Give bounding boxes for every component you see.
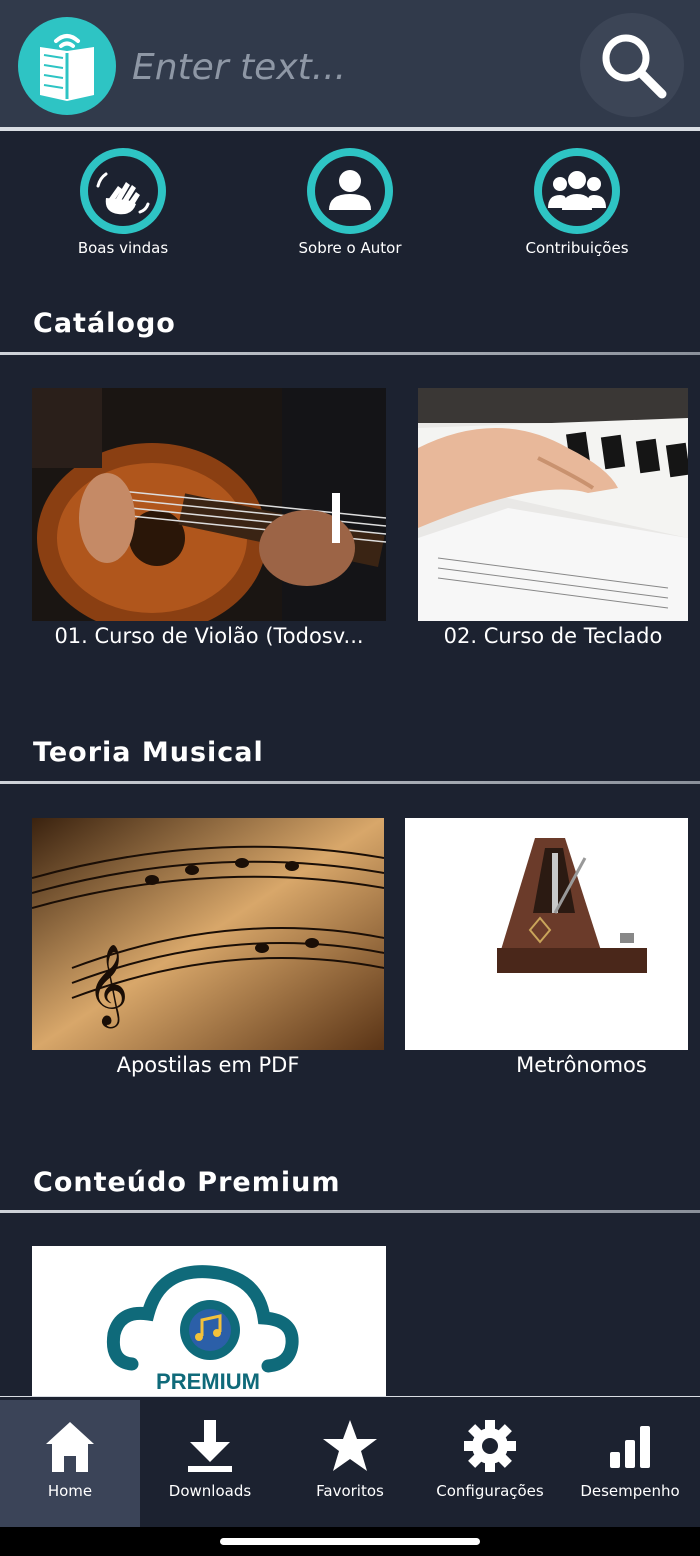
- section-divider: [0, 781, 700, 784]
- nav-label: Home: [47, 1482, 93, 1500]
- card-keyboard-course[interactable]: [418, 388, 688, 621]
- quick-action-boas-vindas[interactable]: Boas vindas: [33, 148, 213, 257]
- nav-favoritos[interactable]: Favoritos: [280, 1400, 420, 1527]
- waving-hand-icon: [96, 172, 150, 215]
- premium-cloud-logo: PREMIUM: [32, 1246, 386, 1396]
- bar-chart-icon: [610, 1426, 650, 1468]
- card-label: Metrônomos: [516, 1053, 647, 1077]
- nav-downloads[interactable]: Downloads: [140, 1400, 280, 1527]
- section-title-conteudo-premium: Conteúdo Premium: [33, 1167, 341, 1198]
- nav-label: Configurações: [436, 1482, 544, 1500]
- card-label: Apostilas em PDF: [116, 1053, 300, 1077]
- nav-label: Favoritos: [316, 1482, 384, 1500]
- metronome-photo: [405, 818, 688, 1050]
- nav-desempenho[interactable]: Desempenho: [560, 1400, 700, 1527]
- users-group-icon: [548, 171, 606, 210]
- home-gesture-bar[interactable]: [220, 1538, 480, 1545]
- card-label: 02. Curso de Teclado: [443, 624, 663, 648]
- card-guitar-course[interactable]: [32, 388, 386, 621]
- quick-action-badge: [307, 148, 393, 234]
- nav-configuracoes[interactable]: Configurações: [420, 1400, 560, 1527]
- home-icon: [46, 1422, 94, 1472]
- card-premium[interactable]: PREMIUM: [32, 1246, 386, 1396]
- quick-action-badge: [80, 148, 166, 234]
- star-icon: [323, 1420, 377, 1471]
- user-icon: [329, 170, 371, 210]
- premium-logo-text: PREMIUM: [156, 1369, 260, 1394]
- download-icon: [188, 1420, 232, 1472]
- svg-text:𝄞: 𝄞: [87, 943, 128, 1028]
- nav-label: Downloads: [168, 1482, 252, 1500]
- section-title-teoria-musical: Teoria Musical: [33, 737, 264, 768]
- card-metronomos[interactable]: [405, 818, 688, 1050]
- app-logo[interactable]: [18, 17, 116, 115]
- card-label: 01. Curso de Violão (Todosv...: [54, 624, 364, 648]
- quick-action-label: Sobre o Autor: [298, 239, 402, 257]
- nav-home[interactable]: Home: [0, 1400, 140, 1527]
- guitar-photo: [32, 388, 386, 621]
- gear-icon: [464, 1420, 516, 1472]
- sheet-music-photo: 𝄞: [32, 818, 384, 1050]
- section-title-catalogo: Catálogo: [33, 308, 176, 339]
- quick-action-badge: [534, 148, 620, 234]
- section-divider: [0, 352, 700, 355]
- header-divider: [0, 127, 700, 131]
- open-book-wifi-icon: [40, 34, 94, 101]
- quick-action-label: Contribuições: [525, 239, 629, 257]
- search-input[interactable]: [130, 36, 564, 98]
- search-button[interactable]: [580, 13, 684, 117]
- search-icon: [602, 34, 667, 99]
- nav-label: Desempenho: [580, 1482, 680, 1500]
- keyboard-photo: [418, 388, 688, 621]
- card-apostilas-pdf[interactable]: 𝄞: [32, 818, 384, 1050]
- quick-action-sobre-autor[interactable]: Sobre o Autor: [260, 148, 440, 257]
- quick-action-contribuicoes[interactable]: Contribuições: [487, 148, 667, 257]
- section-divider: [0, 1210, 700, 1213]
- quick-action-label: Boas vindas: [77, 239, 169, 257]
